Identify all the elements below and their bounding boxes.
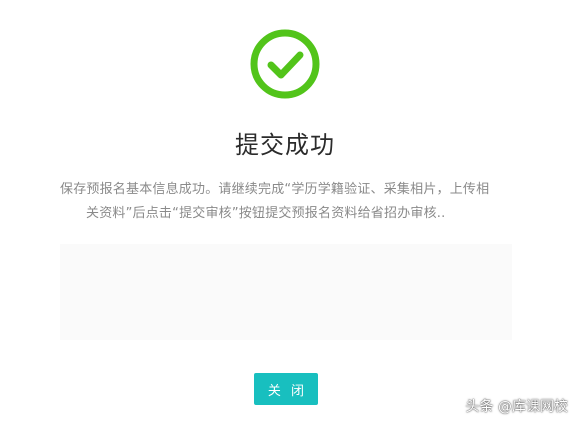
success-message: 保存预报名基本信息成功。请继续完成“学历学籍验证、采集相片，上传相 关资料”后点…	[60, 178, 515, 226]
page-title: 提交成功	[235, 131, 335, 159]
message-line-2: 关资料”后点击“提交审核”按钮提交预报名资料给省招办审核..	[86, 206, 446, 221]
info-panel	[60, 244, 512, 340]
close-button[interactable]: 关 闭	[254, 373, 318, 405]
submit-success-dialog: 提交成功 保存预报名基本信息成功。请继续完成“学历学籍验证、采集相片，上传相 关…	[0, 0, 580, 430]
watermark: 头条 @库课网校	[465, 399, 568, 415]
check-circle-icon	[249, 28, 321, 100]
message-line-1: 保存预报名基本信息成功。请继续完成“学历学籍验证、采集相片，上传相	[60, 182, 490, 197]
